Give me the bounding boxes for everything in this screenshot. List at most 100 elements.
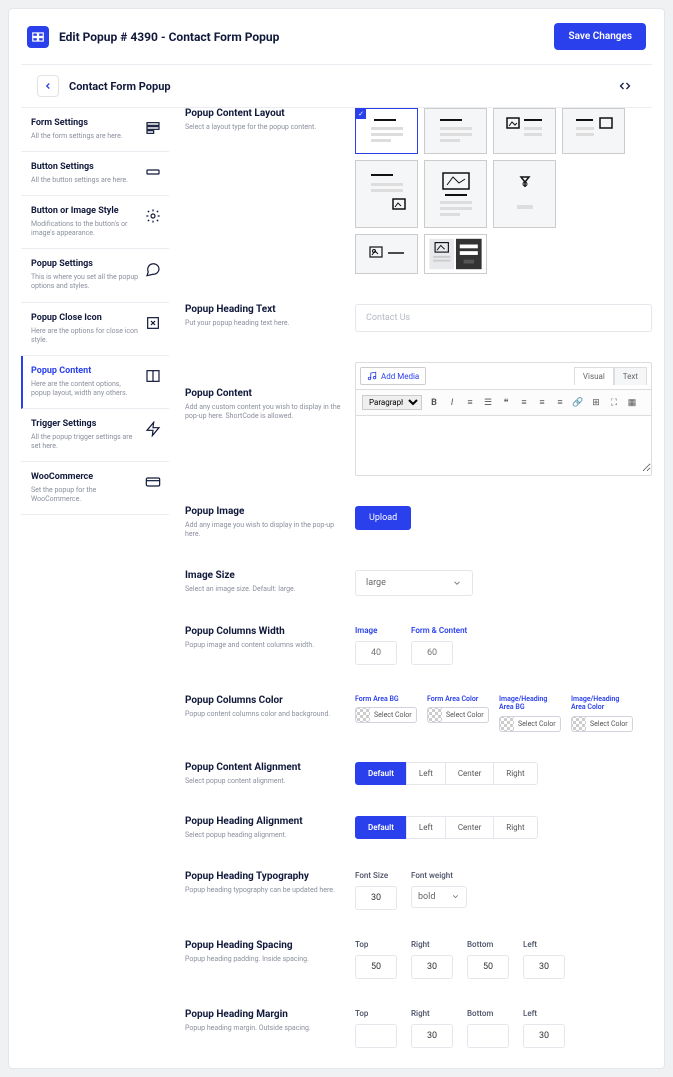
toolbar-toggle-icon[interactable]: ▦ (626, 397, 638, 409)
content-textarea[interactable] (356, 416, 651, 472)
layout-option[interactable] (355, 160, 418, 228)
color-picker[interactable]: Select Color (427, 707, 489, 723)
layout-grid-row3 (355, 234, 652, 274)
section-title-spacing: Popup Heading Spacing (185, 940, 343, 951)
align-option-center[interactable]: Center (445, 762, 494, 785)
back-button[interactable] (37, 75, 59, 97)
paragraph-select[interactable]: Paragraph (362, 395, 422, 410)
align-option-default[interactable]: Default (355, 762, 407, 785)
sidebar-item-desc: All the button settings are here. (31, 176, 139, 185)
link-icon[interactable]: 🔗 (572, 397, 584, 409)
topbar: Edit Popup # 4390 - Contact Form Popup S… (9, 9, 664, 64)
color-label: Form Area Color (427, 695, 489, 703)
section-desc: Popup content columns color and backgrou… (185, 710, 343, 719)
section-title-columns-width: Popup Columns Width (185, 626, 343, 637)
section-title-heading-align: Popup Heading Alignment (185, 816, 343, 827)
sidebar-item-trigger-settings[interactable]: Trigger SettingsAll the popup trigger se… (21, 409, 169, 462)
layout-option[interactable] (562, 108, 625, 154)
sidebar-item-woocommerce[interactable]: WooCommerceSet the popup for the WooComm… (21, 462, 169, 515)
section-title-image-size: Image Size (185, 570, 343, 581)
layout-option[interactable] (493, 108, 556, 154)
width-input-form[interactable] (411, 641, 453, 665)
layout-icon (145, 368, 161, 384)
color-label: Image/Heading Area Color (571, 695, 633, 712)
font-weight-select[interactable]: bold (411, 886, 467, 908)
sidebar-item-button-settings[interactable]: Button SettingsAll the button settings a… (21, 152, 169, 196)
chevron-down-icon (452, 578, 462, 588)
section-desc: Add any image you wish to display in the… (185, 521, 343, 540)
breadcrumb-bar: Contact Form Popup (21, 64, 652, 108)
layout-option[interactable] (493, 160, 556, 228)
font-size-label: Font Size (355, 871, 397, 880)
form-icon (145, 120, 161, 136)
add-media-button[interactable]: Add Media (360, 367, 426, 385)
sidebar-item-popup-content[interactable]: Popup ContentHere are the content option… (21, 356, 169, 409)
section-desc: Add any custom content you wish to displ… (185, 403, 343, 422)
section-title-content: Popup Content (185, 388, 343, 399)
align-center-icon[interactable]: ≡ (536, 397, 548, 409)
color-label: Form Area BG (355, 695, 417, 703)
numbered-list-icon[interactable]: ☰ (482, 397, 494, 409)
align-option-right[interactable]: Right (493, 762, 537, 785)
section-desc: Select an image size. Default: large. (185, 585, 343, 594)
align-option-center[interactable]: Center (445, 816, 494, 839)
sidebar-item-popup-settings[interactable]: Popup SettingsThis is where you set all … (21, 249, 169, 302)
sidebar-item-popup-close-icon[interactable]: Popup Close IconHere are the options for… (21, 303, 169, 356)
align-option-right[interactable]: Right (493, 816, 537, 839)
swatch-icon (572, 717, 586, 731)
color-picker[interactable]: Select Color (499, 716, 561, 732)
spacing-bottom-input[interactable] (467, 955, 509, 979)
section-desc: Popup heading typography can be updated … (185, 886, 343, 895)
margin-bottom-input[interactable] (467, 1024, 509, 1048)
bold-icon[interactable]: B (428, 397, 440, 409)
sidebar-item-button-or-image-style[interactable]: Button or Image StyleModifications to th… (21, 196, 169, 249)
section-desc: Popup image and content columns width. (185, 641, 343, 650)
spacing-label: Bottom (467, 940, 509, 949)
spacing-top-input[interactable] (355, 955, 397, 979)
sidebar-item-title: Form Settings (31, 118, 139, 128)
section-desc: Put your popup heading text here. (185, 319, 343, 328)
section-title-columns-color: Popup Columns Color (185, 695, 343, 706)
spacing-left-input[interactable] (523, 955, 565, 979)
save-changes-button[interactable]: Save Changes (554, 23, 646, 50)
section-desc: Select popup heading alignment. (185, 831, 343, 840)
sidebar-item-title: WooCommerce (31, 472, 139, 482)
layout-option[interactable] (424, 234, 487, 274)
align-option-default[interactable]: Default (355, 816, 407, 839)
color-picker[interactable]: Select Color (571, 716, 633, 732)
align-option-left[interactable]: Left (406, 762, 446, 785)
upload-button[interactable]: Upload (355, 506, 411, 530)
font-size-input[interactable] (355, 886, 397, 910)
margin-left-input[interactable] (523, 1024, 565, 1048)
code-toggle-button[interactable] (614, 78, 636, 94)
editor-tab-text[interactable]: Text (614, 367, 647, 385)
margin-top-input[interactable] (355, 1024, 397, 1048)
image-size-select[interactable]: large (355, 570, 473, 596)
chevron-down-icon (451, 892, 460, 901)
insert-icon[interactable]: ⊞ (590, 397, 602, 409)
button-icon (145, 164, 161, 180)
align-right-icon[interactable]: ≡ (554, 397, 566, 409)
layout-option[interactable] (424, 160, 487, 228)
align-left-icon[interactable]: ≡ (518, 397, 530, 409)
layout-option[interactable] (355, 108, 418, 154)
page-title: Edit Popup # 4390 - Contact Form Popup (59, 30, 279, 44)
bulleted-list-icon[interactable]: ≡ (464, 397, 476, 409)
color-picker[interactable]: Select Color (355, 707, 417, 723)
margin-right-input[interactable] (411, 1024, 453, 1048)
layout-option[interactable] (424, 108, 487, 154)
fullscreen-icon[interactable]: ⛶ (608, 397, 620, 409)
italic-icon[interactable]: I (446, 397, 458, 409)
heading-text-input[interactable] (355, 304, 652, 332)
spacing-label: Top (355, 940, 397, 949)
width-input-image[interactable] (355, 641, 397, 665)
section-title-heading-text: Popup Heading Text (185, 304, 343, 315)
editor-tab-visual[interactable]: Visual (574, 367, 614, 385)
spacing-right-input[interactable] (411, 955, 453, 979)
width-label-form: Form & Content (411, 626, 467, 635)
section-desc: Select popup content alignment. (185, 777, 343, 786)
quote-icon[interactable]: ❝ (500, 397, 512, 409)
sidebar-item-form-settings[interactable]: Form SettingsAll the form settings are h… (21, 108, 169, 152)
align-option-left[interactable]: Left (406, 816, 446, 839)
layout-option[interactable] (355, 234, 418, 274)
